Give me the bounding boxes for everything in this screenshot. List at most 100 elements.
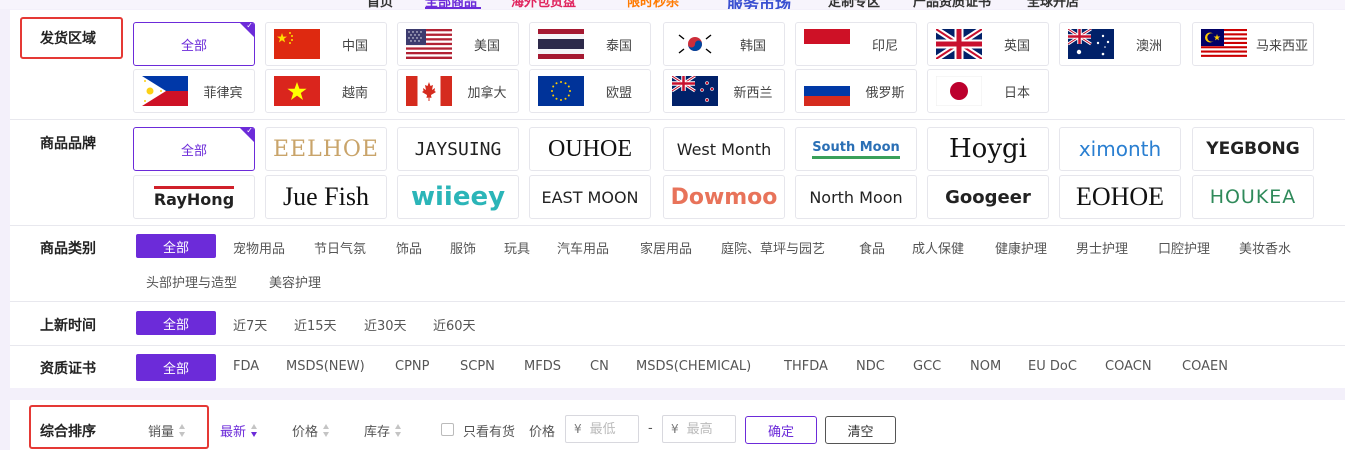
- newtime-7-days[interactable]: 近7天: [233, 315, 267, 334]
- brand-east-moon[interactable]: EAST MOON: [529, 175, 651, 219]
- category-home[interactable]: 家居用品: [640, 238, 692, 257]
- region-name: 印尼: [871, 38, 898, 54]
- brand-south-moon[interactable]: South Moon: [795, 127, 917, 171]
- category-festive[interactable]: 节日气氛: [314, 238, 366, 257]
- brand-rayhong[interactable]: RayHong: [133, 175, 255, 219]
- region-japan[interactable]: 日本: [927, 69, 1049, 113]
- category-beauty-care[interactable]: 美容护理: [269, 272, 321, 291]
- cert-msds-chemical[interactable]: MSDS(CHEMICAL): [636, 359, 751, 374]
- cert-coacn[interactable]: COACN: [1105, 359, 1152, 374]
- category-apparel[interactable]: 服饰: [450, 238, 476, 257]
- sort-comprehensive[interactable]: 综合排序: [40, 421, 96, 441]
- newtime-30-days[interactable]: 近30天: [364, 315, 407, 334]
- category-toys[interactable]: 玩具: [504, 238, 530, 257]
- category-beauty-fragrance[interactable]: 美妆香水: [1239, 238, 1291, 257]
- in-stock-checkbox[interactable]: [441, 423, 454, 436]
- region-philippines[interactable]: 菲律宾: [133, 69, 255, 113]
- cert-scpn[interactable]: SCPN: [460, 359, 495, 374]
- cert-coaen[interactable]: COAEN: [1182, 359, 1228, 374]
- region-indonesia[interactable]: 印尼: [795, 22, 917, 66]
- category-garden[interactable]: 庭院、草坪与园艺: [721, 238, 825, 257]
- row-divider: [10, 119, 1345, 120]
- region-eu[interactable]: 欧盟: [529, 69, 651, 113]
- category-adult-health[interactable]: 成人保健: [912, 238, 964, 257]
- brand-eelhoe[interactable]: EELHOE: [265, 127, 387, 171]
- nav-overseas[interactable]: 海外包货盘: [511, 0, 576, 9]
- brand-jue-fish[interactable]: Jue Fish: [265, 175, 387, 219]
- category-hair-care[interactable]: 头部护理与造型: [146, 272, 237, 291]
- region-korea[interactable]: 韩国: [663, 22, 785, 66]
- cert-thfda[interactable]: THFDA: [784, 359, 828, 374]
- sort-newest[interactable]: 最新: [220, 421, 258, 440]
- cert-nom[interactable]: NOM: [970, 359, 1001, 374]
- yen-icon: ¥: [574, 422, 582, 436]
- region-canada[interactable]: 加拿大: [397, 69, 519, 113]
- cert-ndc[interactable]: NDC: [856, 359, 885, 374]
- confirm-button[interactable]: 确定: [745, 416, 817, 444]
- cert-gcc[interactable]: GCC: [913, 359, 941, 374]
- region-malaysia[interactable]: 马来西亚: [1192, 22, 1314, 66]
- brand-wiieey[interactable]: wiieey: [397, 175, 519, 219]
- cert-msds-new[interactable]: MSDS(NEW): [286, 359, 365, 374]
- brand-north-moon[interactable]: North Moon: [795, 175, 917, 219]
- brand-hoygi[interactable]: Hoygi: [927, 127, 1049, 171]
- category-all[interactable]: 全部: [136, 234, 216, 258]
- sort-stock[interactable]: 库存: [364, 421, 402, 440]
- region-thailand[interactable]: 泰国: [529, 22, 651, 66]
- top-navigation: 首页 全部商品 海外包货盘 限时秒杀 服务市场 定制专区 产品资质证书 全球开店: [0, 0, 1345, 9]
- nav-service-market[interactable]: 服务市场: [727, 0, 791, 9]
- cert-all[interactable]: 全部: [136, 354, 216, 381]
- brand-ximonth[interactable]: ximonth: [1059, 127, 1181, 171]
- price-max-input[interactable]: [686, 421, 731, 437]
- brand-logo-eohoe: EOHOE: [1075, 182, 1165, 211]
- category-pet-supplies[interactable]: 宠物用品: [233, 238, 285, 257]
- region-australia[interactable]: 澳洲: [1059, 22, 1181, 66]
- category-jewelry[interactable]: 饰品: [396, 238, 422, 257]
- price-max-field[interactable]: ¥: [662, 415, 736, 443]
- brand-yegbong[interactable]: YEGBONG: [1192, 127, 1314, 171]
- newtime-60-days[interactable]: 近60天: [433, 315, 476, 334]
- brand-eohoe[interactable]: EOHOE: [1059, 175, 1181, 219]
- newtime-15-days[interactable]: 近15天: [294, 315, 337, 334]
- brand-ouhoe[interactable]: OUHOE: [529, 127, 651, 171]
- region-name: 中国: [341, 38, 368, 54]
- clear-button[interactable]: 清空: [825, 416, 896, 444]
- nav-home[interactable]: 首页: [367, 0, 393, 9]
- region-china[interactable]: 中国: [265, 22, 387, 66]
- cert-cpnp[interactable]: CPNP: [395, 359, 429, 374]
- brand-all[interactable]: ✓ 全部: [133, 127, 255, 171]
- brand-dowmoo[interactable]: Dowmoo: [663, 175, 785, 219]
- newtime-all[interactable]: 全部: [136, 311, 216, 335]
- price-min-input[interactable]: [589, 421, 634, 437]
- brand-logo-jaysuing: JAYSUING: [414, 138, 502, 160]
- nav-custom[interactable]: 定制专区: [828, 0, 880, 9]
- category-food[interactable]: 食品: [859, 238, 885, 257]
- region-russia[interactable]: 俄罗斯: [795, 69, 917, 113]
- cert-eu-doc[interactable]: EU DoC: [1028, 359, 1077, 374]
- brand-west-month[interactable]: West Month: [663, 127, 785, 171]
- region-usa[interactable]: 美国: [397, 22, 519, 66]
- category-auto[interactable]: 汽车用品: [557, 238, 609, 257]
- price-min-field[interactable]: ¥: [565, 415, 639, 443]
- cert-mfds[interactable]: MFDS: [524, 359, 561, 374]
- cert-cn[interactable]: CN: [590, 359, 609, 374]
- nav-flash-sale[interactable]: 限时秒杀: [627, 0, 679, 9]
- sort-sales[interactable]: 销量: [148, 421, 186, 440]
- region-all[interactable]: ✓ 全部: [133, 22, 255, 66]
- brand-houkea[interactable]: HOUKEA: [1192, 175, 1314, 219]
- region-newzealand[interactable]: 新西兰: [663, 69, 785, 113]
- nav-global-store[interactable]: 全球开店: [1027, 0, 1079, 9]
- sort-price[interactable]: 价格: [292, 421, 330, 440]
- yen-icon: ¥: [671, 422, 679, 436]
- cert-fda[interactable]: FDA: [233, 359, 259, 374]
- region-label: 发货区域: [40, 31, 96, 47]
- brand-googeer[interactable]: Googeer: [927, 175, 1049, 219]
- category-health-care[interactable]: 健康护理: [995, 238, 1047, 257]
- region-vietnam[interactable]: 越南: [265, 69, 387, 113]
- category-oral-care[interactable]: 口腔护理: [1158, 238, 1210, 257]
- region-uk[interactable]: 英国: [927, 22, 1049, 66]
- category-mens-care[interactable]: 男士护理: [1076, 238, 1128, 257]
- brand-jaysuing[interactable]: JAYSUING: [397, 127, 519, 171]
- australia-flag-icon: [1068, 29, 1114, 59]
- nav-certificates[interactable]: 产品资质证书: [913, 0, 991, 9]
